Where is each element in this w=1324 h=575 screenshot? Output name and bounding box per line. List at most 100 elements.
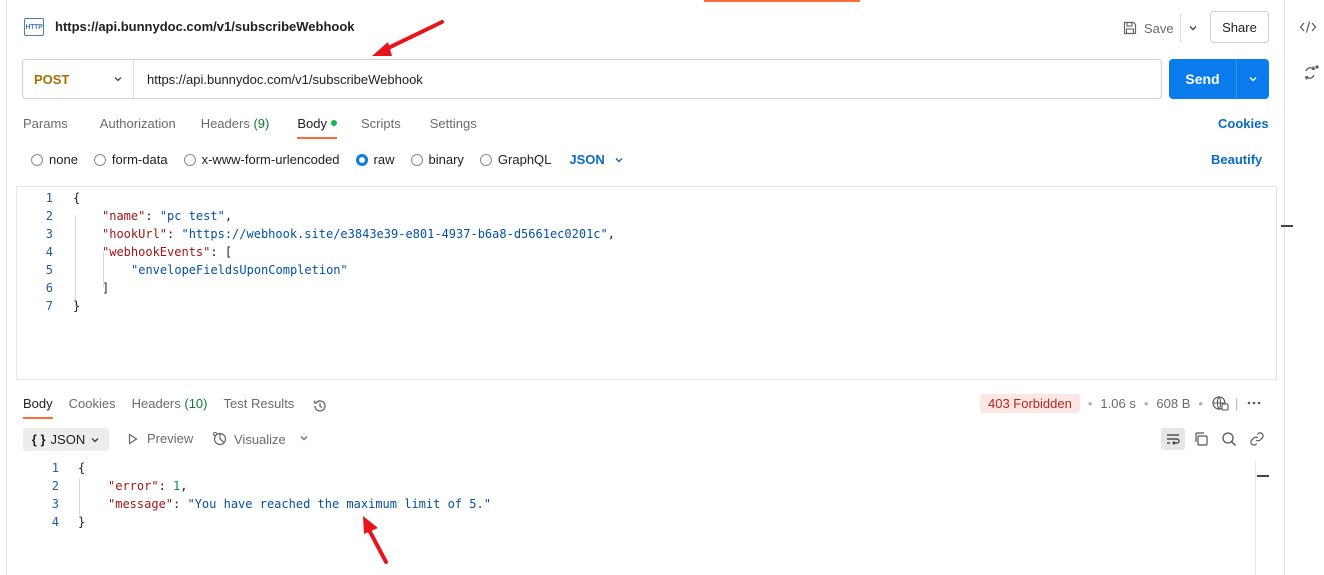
json-string: "envelopeFieldsUponCompletion" — [131, 263, 348, 277]
body-type-form-data[interactable]: form-data — [93, 152, 168, 167]
separator: | — [1234, 395, 1239, 411]
save-button[interactable]: Save — [1120, 14, 1181, 42]
right-panel-divider — [1284, 0, 1285, 575]
search-icon[interactable] — [1221, 431, 1237, 447]
tab-body[interactable]: Body — [297, 116, 337, 139]
line-number: 1 — [51, 461, 59, 475]
radio-button[interactable] — [93, 153, 106, 166]
editor-scrollbar[interactable] — [1255, 460, 1256, 575]
response-body-viewer[interactable]: 1{ 2 "error": 1, 3 "message": "You have re… — [16, 458, 1277, 575]
body-type-none[interactable]: none — [31, 152, 78, 167]
indent-guide — [75, 215, 76, 307]
http-request-icon: HTTP — [24, 18, 44, 36]
request-body-editor[interactable]: 1{ 2 "name": "pc test", 3 "hookUrl": "http… — [16, 186, 1293, 380]
radio-button[interactable] — [183, 153, 196, 166]
network-globe-icon[interactable] — [1211, 395, 1229, 411]
tab-test-results[interactable]: Test Results — [224, 396, 295, 419]
line-number: 3 — [51, 497, 59, 511]
code-text: } — [78, 515, 86, 529]
json-key: "message" — [108, 497, 174, 511]
body-type-binary[interactable]: binary — [410, 152, 464, 167]
beautify-link[interactable]: Beautify — [1211, 152, 1262, 167]
wrap-lines-button[interactable] — [1161, 428, 1185, 450]
tab-authorization[interactable]: Authorization — [100, 116, 176, 139]
link-icon[interactable] — [1249, 431, 1265, 447]
send-button[interactable]: Send — [1169, 59, 1237, 99]
annotation-arrow — [363, 516, 388, 564]
body-modified-dot — [330, 120, 337, 126]
body-type-graphql[interactable]: GraphQL — [479, 152, 551, 167]
request-tabs: Params Authorization Headers (9) Body Sc… — [23, 116, 509, 139]
tab-label: Body — [23, 396, 53, 411]
line-number: 5 — [45, 263, 53, 277]
send-options-button[interactable] — [1237, 59, 1269, 99]
line-number: 4 — [45, 245, 53, 259]
send-group: Send — [1169, 59, 1269, 99]
radio-button[interactable] — [479, 153, 492, 166]
line-number: 2 — [51, 479, 59, 493]
tab-scripts[interactable]: Scripts — [361, 116, 401, 139]
response-format-select[interactable]: { } JSON — [23, 428, 109, 451]
tab-headers[interactable]: Headers (9) — [201, 116, 270, 139]
cookies-link[interactable]: Cookies — [1218, 116, 1269, 131]
tab-label: Body — [297, 116, 327, 131]
save-group: Save — [1120, 14, 1205, 42]
code-snippet-icon[interactable] — [1298, 18, 1318, 36]
share-button[interactable]: Share — [1210, 11, 1269, 43]
radio-label: form-data — [111, 152, 168, 167]
response-tabs: Body Cookies Headers (10) Test Results — [23, 396, 328, 419]
radio-button-selected[interactable] — [355, 153, 368, 166]
chevron-down-icon — [114, 77, 122, 82]
preview-label: Preview — [147, 431, 194, 446]
method-label: POST — [34, 71, 70, 87]
copy-icon[interactable] — [1193, 431, 1209, 447]
url-input[interactable] — [134, 60, 1161, 98]
url-bar: POST — [22, 59, 1162, 99]
json-key: "hookUrl" — [102, 227, 168, 241]
response-meta: 403 Forbidden • 1.06 s • 608 B • | — [980, 393, 1262, 413]
format-label: JSON — [50, 432, 86, 447]
visualize-button[interactable]: Visualize — [212, 431, 286, 447]
json-number: 1 — [173, 479, 181, 493]
code-text: { — [78, 461, 86, 475]
visualize-options-button[interactable] — [298, 431, 310, 448]
tab-response-cookies[interactable]: Cookies — [69, 396, 116, 419]
status-badge[interactable]: 403 Forbidden — [980, 393, 1080, 413]
headers-count: (9) — [253, 116, 270, 131]
annotation-arrow — [372, 20, 444, 56]
left-border — [6, 0, 7, 575]
tab-label: Headers — [200, 116, 250, 131]
json-string: "pc test" — [159, 209, 225, 223]
tab-response-headers[interactable]: Headers (10) — [132, 396, 208, 419]
line-number: 4 — [51, 515, 59, 529]
editor-scrollbar[interactable] — [1276, 189, 1277, 379]
preview-button[interactable]: Preview — [127, 431, 193, 446]
code-text: { — [73, 191, 81, 205]
radio-button[interactable] — [410, 153, 423, 166]
tab-params[interactable]: Params — [23, 116, 68, 139]
response-time[interactable]: 1.06 s — [1100, 396, 1135, 411]
tab-response-body[interactable]: Body — [23, 396, 53, 419]
radio-label: raw — [373, 152, 395, 167]
tab-settings[interactable]: Settings — [430, 116, 477, 139]
response-size[interactable]: 608 B — [1156, 396, 1190, 411]
scrollbar-marker — [1281, 225, 1293, 227]
method-select[interactable]: POST — [23, 60, 134, 98]
line-number: 2 — [45, 209, 53, 223]
line-number: 6 — [45, 281, 53, 295]
request-title[interactable]: https://api.bunnydoc.com/v1/subscribeWeb… — [55, 19, 355, 34]
history-icon[interactable] — [312, 398, 328, 414]
json-bracket: ] — [102, 281, 110, 295]
tab-label: Scripts — [360, 116, 401, 131]
play-icon — [128, 432, 138, 445]
radio-button[interactable] — [31, 153, 43, 166]
radio-label: x-www-form-urlencoded — [201, 152, 340, 167]
save-options-button[interactable] — [1181, 14, 1205, 42]
more-options-icon[interactable] — [1246, 395, 1262, 411]
chevron-down-icon — [1249, 77, 1257, 82]
raw-format-select[interactable]: JSON — [569, 152, 623, 167]
body-type-raw[interactable]: raw — [355, 152, 395, 167]
body-type-urlencoded[interactable]: x-www-form-urlencoded — [183, 152, 340, 167]
related-collections-icon[interactable] — [1302, 64, 1320, 82]
visualize-icon — [213, 432, 227, 446]
